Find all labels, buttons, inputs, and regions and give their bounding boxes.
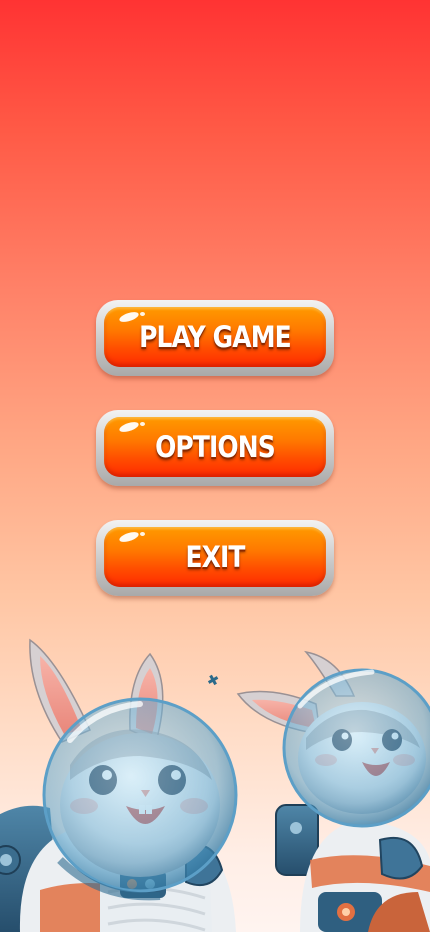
options-button[interactable]: OPTIONS — [96, 410, 334, 486]
bunny-astronaut-illustration — [0, 638, 430, 932]
exit-button[interactable]: EXIT — [96, 520, 334, 596]
play-game-label: PLAY GAME — [139, 320, 292, 354]
right-bunny — [236, 650, 430, 932]
main-menu: PLAY GAME OPTIONS EXIT — [96, 300, 334, 630]
exit-label: EXIT — [185, 540, 245, 574]
options-label: OPTIONS — [155, 430, 276, 464]
options-button-face: OPTIONS — [104, 417, 326, 477]
main-menu-screen: PLAY GAME OPTIONS EXIT ✖ — [0, 0, 430, 932]
play-game-button[interactable]: PLAY GAME — [96, 300, 334, 376]
left-bunny — [0, 638, 238, 932]
play-game-button-face: PLAY GAME — [104, 307, 326, 367]
exit-button-face: EXIT — [104, 527, 326, 587]
